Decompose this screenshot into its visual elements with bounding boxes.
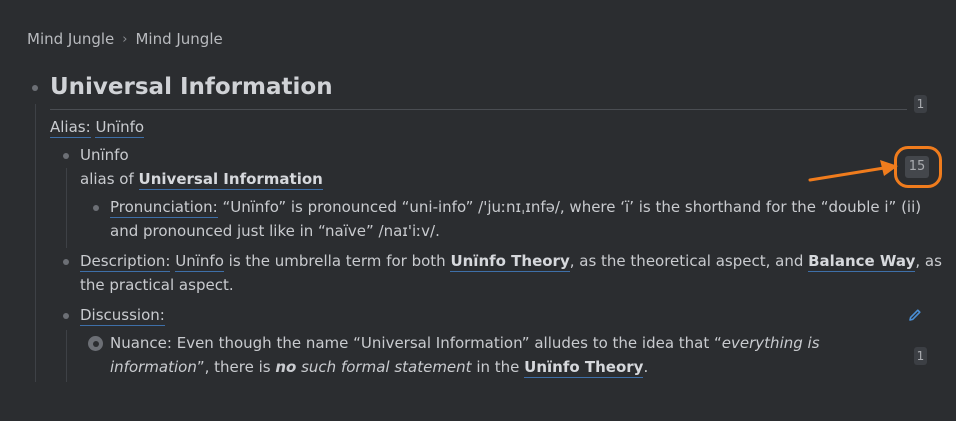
- outliner-page: Mind Jungle › Mind Jungle Universal Info…: [0, 0, 956, 421]
- indent-guide: [66, 168, 67, 248]
- description-text-1: is the umbrella term for both: [223, 252, 451, 270]
- indent-guide: [66, 330, 67, 382]
- pronunciation-label[interactable]: Pronunciation:: [110, 198, 218, 218]
- description-text-3: , as: [915, 252, 942, 270]
- indent-guide: [35, 104, 36, 382]
- alias-label[interactable]: Alias:: [50, 118, 91, 138]
- nuance-ref-count[interactable]: 1: [914, 347, 927, 365]
- alias-of-line: alias of Universal Information: [80, 170, 323, 190]
- block-bullet[interactable]: [63, 259, 69, 265]
- block-uninfo-title[interactable]: Unïnfo: [80, 146, 129, 164]
- title-divider: [50, 109, 907, 110]
- description-text-2: , as the theoretical aspect, and: [569, 252, 809, 270]
- nuance-italic-2: information: [110, 358, 197, 376]
- balance-way-link[interactable]: Balance Way: [808, 252, 916, 272]
- nuance-end: .: [643, 358, 649, 376]
- pronunciation-line-2: and pronounced just like in “naïve” /naɪ…: [110, 222, 440, 240]
- chevron-right-icon: ›: [122, 31, 128, 47]
- nuance-italic-1: everything is: [721, 334, 820, 352]
- nuance-strong: no: [275, 358, 297, 376]
- description-label[interactable]: Description:: [80, 252, 171, 272]
- uninfo-link[interactable]: Unïnfo: [175, 252, 224, 272]
- annotation-arrow-icon: [808, 160, 898, 182]
- description-line-2: the practical aspect.: [80, 276, 234, 294]
- edit-pencil-icon[interactable]: [907, 307, 923, 323]
- annotation-circle: [894, 146, 942, 188]
- nuance-line-2: information”, there is no such formal st…: [110, 358, 649, 378]
- block-bullet[interactable]: [93, 205, 99, 211]
- nuance-line-1: Nuance: Even though the name “Universal …: [110, 334, 820, 352]
- nuance-theory-link[interactable]: Unïnfo Theory: [524, 358, 644, 378]
- breadcrumb-item-current[interactable]: Mind Jungle: [135, 30, 222, 48]
- discussion-line: Discussion:: [80, 306, 165, 326]
- collapsed-bullet[interactable]: [88, 336, 103, 351]
- alias-target-link[interactable]: Universal Information: [138, 170, 323, 190]
- alias-value-link[interactable]: Unïnfo: [95, 118, 145, 138]
- page-title[interactable]: Universal Information: [50, 74, 333, 100]
- pronunciation-line-1: Pronunciation: “Unïnfo” is pronounced “u…: [110, 198, 922, 218]
- block-bullet[interactable]: [63, 153, 69, 159]
- uninfo-theory-link[interactable]: Unïnfo Theory: [450, 252, 570, 272]
- pronunciation-text: “Unïnfo” is pronounced “uni-info” /'juːn…: [222, 198, 922, 216]
- breadcrumb: Mind Jungle › Mind Jungle: [27, 30, 223, 48]
- discussion-label[interactable]: Discussion:: [80, 306, 165, 326]
- nuance-mid-2: in the: [471, 358, 525, 376]
- title-ref-count[interactable]: 1: [914, 95, 927, 113]
- alias-of-prefix: alias of: [80, 170, 134, 188]
- block-bullet[interactable]: [32, 85, 38, 91]
- description-line-1: Description: Unïnfo is the umbrella term…: [80, 252, 942, 272]
- breadcrumb-item-root[interactable]: Mind Jungle: [27, 30, 114, 48]
- nuance-italic-3: such formal statement: [296, 358, 472, 376]
- nuance-prefix: Nuance: Even though the name “Universal …: [110, 334, 722, 352]
- block-bullet[interactable]: [63, 313, 69, 319]
- alias-line: Alias: Unïnfo: [50, 118, 145, 138]
- nuance-mid-1: ”, there is: [196, 358, 276, 376]
